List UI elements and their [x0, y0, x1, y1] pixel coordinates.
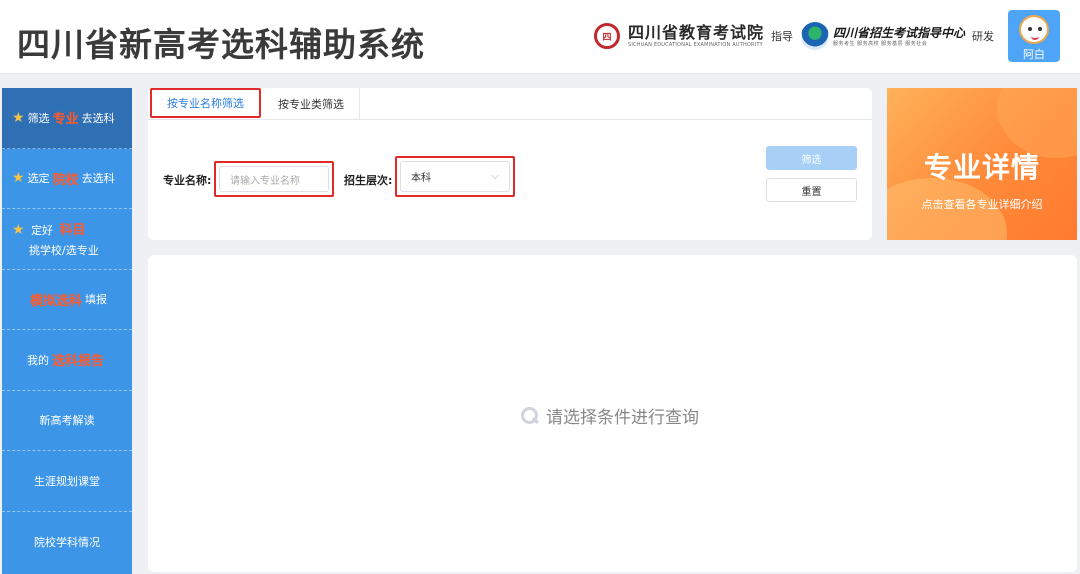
exam-authority-name: 四川省教育考试院	[627, 22, 764, 42]
sidebar-item-school-subjects[interactable]: 院校学科情况	[2, 512, 132, 573]
sidebar-item-select-school[interactable]: ★ 选定 院校 去选科	[2, 149, 132, 209]
sidebar-item-highlight: 选科报告	[51, 354, 104, 370]
major-name-highlight: 请输入专业名称	[214, 161, 334, 197]
guidance-center: 四川省招生考试指导中心 服务考生 服务高校 服务基层 服务社会	[833, 25, 965, 48]
user-avatar[interactable]: 阿白	[1008, 10, 1060, 62]
banner-subtitle: 点击查看各专业详细介绍	[921, 198, 1043, 211]
tab-by-major-category[interactable]: 按专业类筛选	[263, 88, 360, 120]
sidebar-item-highlight: 模拟选科	[29, 293, 82, 309]
star-icon: ★	[12, 109, 25, 126]
level-label: 招生层次:	[344, 174, 393, 187]
avatar-icon	[1019, 15, 1049, 44]
sidebar-item-highlight: 专业	[52, 112, 79, 128]
exam-authority: 四川省教育考试院 SICHUAN EDUCATIONAL EXAMINATION…	[627, 22, 764, 49]
sidebar-item-my-report[interactable]: 我的 选科报告	[2, 330, 132, 391]
empty-state: 请选择条件进行查询	[518, 403, 699, 428]
empty-message: 请选择条件进行查询	[546, 408, 699, 428]
sidebar-item-highlight: 院校	[52, 172, 79, 188]
guidance-center-logo-icon	[800, 22, 829, 50]
sidebar-item-suffix: 填报	[85, 293, 107, 307]
sidebar-item-prefix: 选定	[27, 172, 50, 186]
major-name-label: 专业名称:	[163, 174, 212, 187]
sidebar-item-prefix: 我的	[26, 353, 49, 367]
sidebar-item-gaokao-guide[interactable]: 新高考解读	[2, 391, 132, 451]
sidebar-item-set-subjects[interactable]: ★ 定好 科目 挑学校/选专业	[2, 209, 132, 270]
sidebar-item-suffix: 去选科	[81, 172, 115, 186]
reset-button[interactable]: 重置	[766, 178, 857, 202]
exam-authority-logo-icon: 四	[593, 23, 620, 49]
level-select-value: 本科	[411, 173, 431, 184]
header: 四川省新高考选科辅助系统 四 四川省教育考试院 SICHUAN EDUCATIO…	[0, 0, 1080, 74]
sidebar-item-prefix: 定好	[31, 224, 54, 238]
user-name: 阿白	[1023, 48, 1045, 61]
level-select[interactable]: 本科 ⌵	[400, 161, 510, 192]
app-title: 四川省新高考选科辅助系统	[17, 25, 425, 64]
tab-by-major-name[interactable]: 按专业名称筛选	[150, 88, 261, 118]
guidance-center-name: 四川省招生考试指导中心	[832, 25, 965, 40]
sidebar-item-suffix: 去选科	[81, 111, 115, 125]
banner-title: 专业详情	[923, 151, 1040, 184]
developer-label: 研发	[972, 30, 994, 43]
level-select-highlight: 本科 ⌵	[395, 156, 515, 197]
exam-authority-en: SICHUAN EDUCATIONAL EXAMINATION AUTHORIT…	[627, 41, 763, 48]
search-icon	[518, 405, 540, 427]
filter-tabs: 按专业名称筛选 按专业类筛选	[148, 88, 872, 120]
sidebar-item-filter-major[interactable]: ★ 筛选 专业 去选科	[2, 88, 132, 149]
star-icon: ★	[12, 170, 25, 187]
sidebar-item-career-class[interactable]: 生涯规划课堂	[2, 451, 132, 512]
partner-logos: 四 四川省教育考试院 SICHUAN EDUCATIONAL EXAMINATI…	[593, 16, 998, 56]
filter-panel: 按专业名称筛选 按专业类筛选 专业名称: 请输入专业名称 招生层次: 本科 ⌵ …	[148, 88, 872, 240]
chevron-down-icon: ⌵	[491, 171, 499, 182]
sidebar-item-line2: 挑学校/选专业	[29, 244, 99, 258]
sidebar-item-line1: ★ 定好 科目	[12, 219, 89, 238]
sidebar-item-prefix: 筛选	[27, 111, 50, 125]
star-icon: ★	[12, 222, 25, 239]
major-detail-banner[interactable]: 专业详情 点击查看各专业详细介绍	[887, 88, 1077, 240]
guide-label: 指导	[770, 30, 793, 43]
results-panel: 请选择条件进行查询	[148, 255, 1077, 572]
sidebar-item-highlight: 科目	[59, 223, 86, 239]
sidebar-item-mock-selection[interactable]: 模拟选科 填报	[2, 270, 132, 330]
guidance-center-slogan: 服务考生 服务高校 服务基层 服务社会	[832, 40, 928, 47]
filter-button[interactable]: 筛选	[766, 146, 857, 170]
major-name-input[interactable]: 请输入专业名称	[219, 166, 329, 192]
sidebar: ★ 筛选 专业 去选科 ★ 选定 院校 去选科 ★ 定好 科目 挑学校/选专业 …	[2, 88, 132, 574]
